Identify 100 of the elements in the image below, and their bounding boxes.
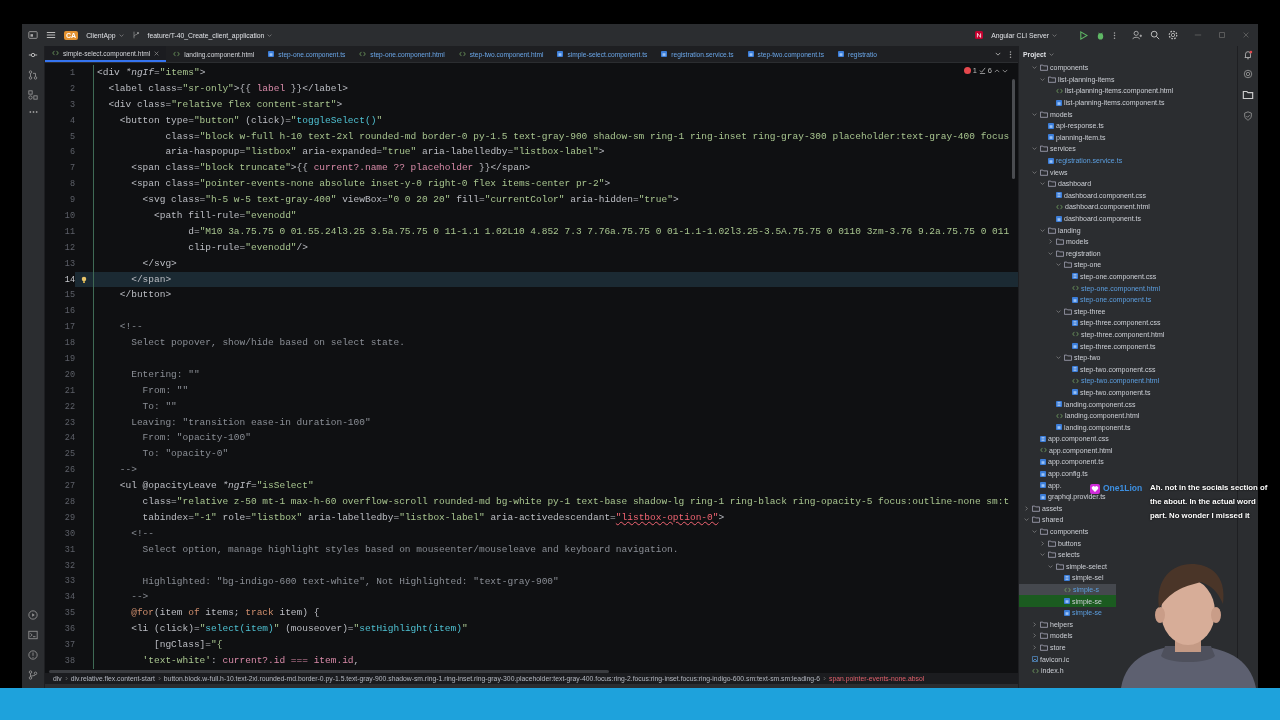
- chevron-down-icon[interactable]: [1056, 355, 1061, 361]
- chevron-down-icon[interactable]: [1032, 111, 1037, 117]
- line-number: 37: [63, 640, 75, 650]
- file-icon: [1072, 366, 1078, 373]
- close-icon[interactable]: [154, 50, 160, 56]
- git-icon[interactable]: [28, 670, 38, 680]
- add-user-icon[interactable]: [1132, 30, 1142, 40]
- line-number: 32: [63, 560, 75, 571]
- image-file-icon: [1032, 656, 1038, 663]
- error-icon: [963, 67, 971, 74]
- code-file-icon: [458, 51, 466, 57]
- file-icon: [1056, 215, 1062, 222]
- line-number: 12: [63, 242, 75, 253]
- search-icon[interactable]: [1150, 30, 1160, 40]
- pin-icon[interactable]: [28, 50, 38, 60]
- code-file-icon: [1064, 586, 1071, 593]
- line-number: 17: [63, 322, 75, 333]
- line-number: 10: [63, 210, 75, 221]
- maximize-icon[interactable]: [1218, 31, 1226, 39]
- chat-username: One1Lion: [1103, 483, 1143, 493]
- code-file-icon: [1056, 88, 1063, 94]
- chevron-down-icon[interactable]: [1032, 146, 1037, 152]
- line-number: 9: [68, 195, 75, 206]
- check-icon: [978, 67, 986, 74]
- line-number: 4: [68, 115, 75, 126]
- terminal-icon[interactable]: [28, 630, 38, 640]
- structure-icon[interactable]: [28, 90, 38, 100]
- file-icon: [268, 51, 275, 57]
- chevron-down-icon[interactable]: [1056, 308, 1061, 314]
- shield-icon[interactable]: [1243, 111, 1253, 121]
- folder-icon: [1040, 145, 1048, 153]
- line-number: 1: [68, 67, 75, 78]
- file-icon: [1040, 435, 1046, 442]
- pull-request-icon[interactable]: [28, 70, 38, 80]
- scrollbar[interactable]: [49, 669, 609, 673]
- chevron-up-icon[interactable]: [994, 67, 1000, 74]
- line-number: 19: [63, 353, 75, 364]
- more-icon[interactable]: [1113, 30, 1116, 40]
- chevron-down-icon: [1049, 51, 1055, 57]
- line-number: 31: [63, 544, 75, 555]
- line-number: 36: [63, 624, 75, 635]
- file-icon: [1048, 157, 1054, 164]
- file-icon: [1072, 296, 1078, 303]
- line-number: 22: [63, 401, 75, 412]
- line-number: 23: [63, 417, 75, 428]
- line-number: 34: [63, 592, 75, 603]
- line-number: 7: [68, 163, 75, 174]
- settings-icon[interactable]: [1168, 30, 1178, 40]
- file-icon: [557, 51, 564, 57]
- line-number: 24: [63, 433, 75, 444]
- code-file-icon: [1040, 447, 1047, 454]
- line-number: 16: [63, 306, 75, 317]
- scrollbar[interactable]: [1012, 79, 1015, 179]
- line-number: 15: [63, 290, 75, 301]
- run-icon[interactable]: [28, 610, 38, 620]
- more-icon[interactable]: [28, 110, 38, 114]
- line-number: 38: [63, 655, 75, 666]
- line-number: 35: [63, 608, 75, 619]
- more-icon[interactable]: [1009, 49, 1012, 59]
- file-icon: [1056, 99, 1062, 106]
- folder-icon: [1064, 307, 1072, 315]
- line-number: 21: [63, 385, 75, 396]
- chevron-right-icon[interactable]: [1032, 645, 1037, 650]
- code-file-icon: [1072, 285, 1079, 292]
- chevron-right-icon[interactable]: [1024, 505, 1029, 511]
- chevron-right-icon: [64, 675, 68, 681]
- window-icon[interactable]: [28, 30, 38, 40]
- close-icon[interactable]: [1242, 31, 1250, 39]
- code-file-icon: [1056, 203, 1063, 210]
- chevron-right-icon[interactable]: [1040, 540, 1045, 546]
- file-icon: [747, 51, 754, 57]
- file-icon: [661, 51, 668, 57]
- line-number: 20: [63, 369, 75, 380]
- line-number: 3: [68, 99, 75, 110]
- file-icon: [1064, 574, 1070, 581]
- chevron-right-icon: [823, 675, 827, 681]
- run-icon[interactable]: [1079, 30, 1088, 40]
- menu-icon[interactable]: [46, 30, 56, 40]
- line-number: 6: [68, 147, 75, 158]
- code-file-icon: [1056, 412, 1063, 419]
- problems-icon[interactable]: [28, 650, 38, 660]
- notifications-icon[interactable]: [1243, 50, 1253, 60]
- chevron-right-icon: [157, 675, 161, 681]
- chevron-down-icon[interactable]: [1002, 67, 1008, 74]
- line-number: 26: [63, 465, 75, 476]
- line-number: 14: [63, 274, 75, 285]
- line-number: 2: [68, 83, 75, 94]
- chevron-down-icon[interactable]: [995, 51, 1001, 57]
- line-number: 25: [63, 449, 75, 460]
- folder-icon[interactable]: [1241, 88, 1255, 102]
- code-file-icon: [52, 50, 59, 56]
- line-number: 30: [63, 528, 75, 539]
- chevron-right-icon[interactable]: [1048, 239, 1053, 245]
- folder-icon: [1040, 110, 1048, 118]
- code-file-icon: [1032, 667, 1039, 674]
- file-icon: [837, 51, 844, 57]
- chevron-down-icon[interactable]: [1040, 227, 1045, 233]
- line-number: 13: [63, 258, 75, 269]
- file-icon: [1072, 343, 1078, 350]
- lightbulb-icon[interactable]: [81, 275, 87, 284]
